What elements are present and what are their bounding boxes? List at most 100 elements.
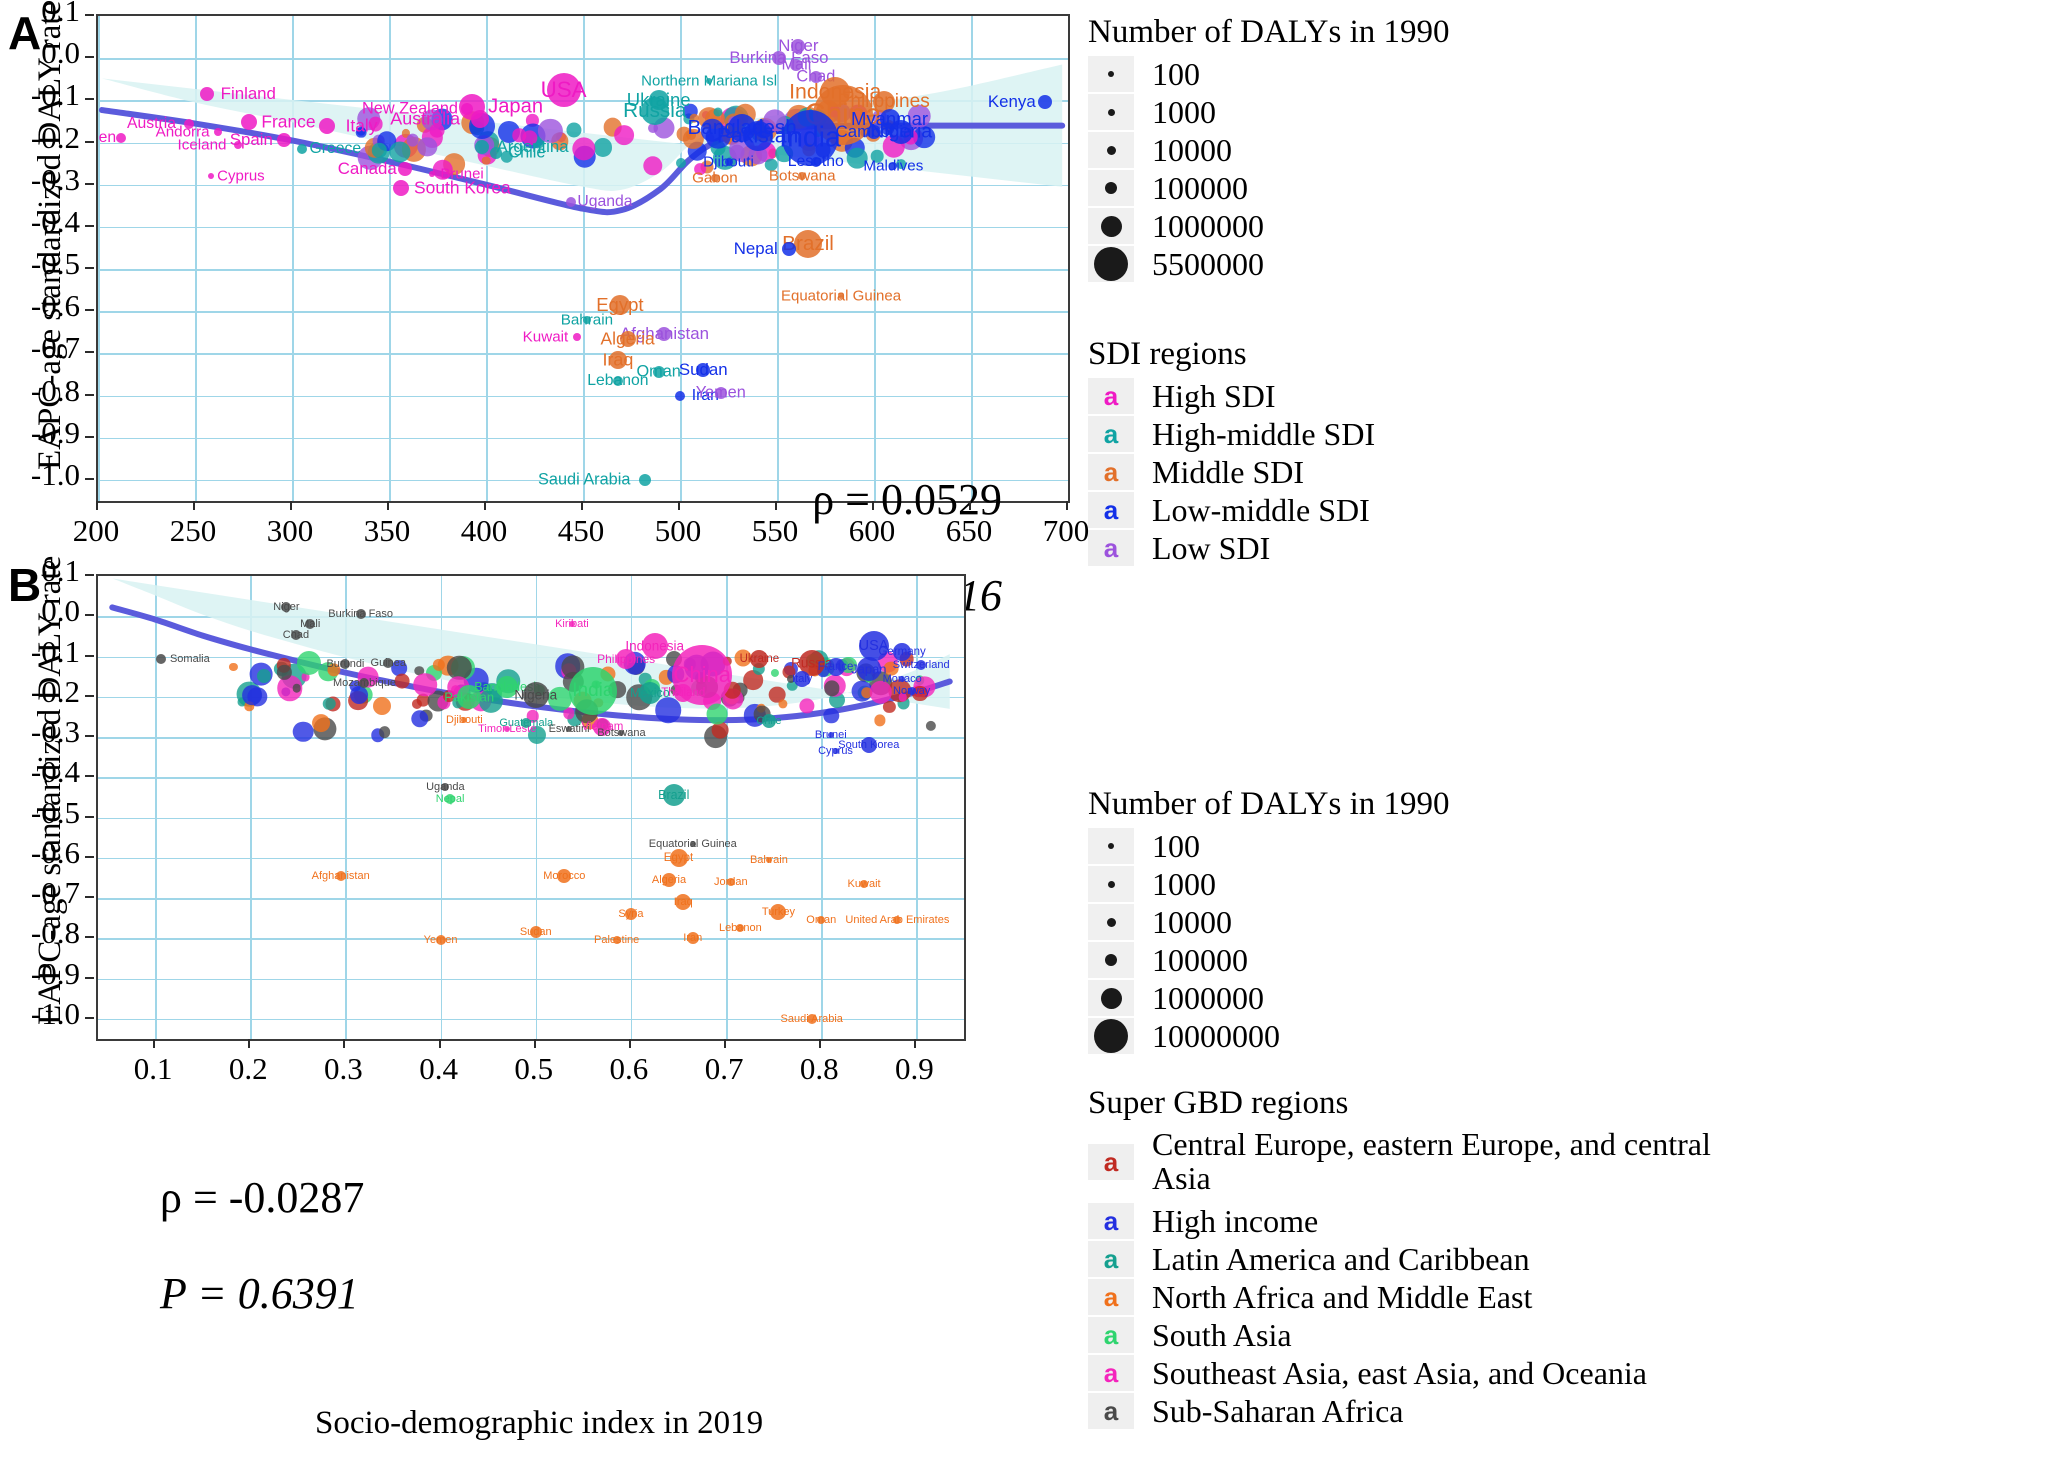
data-point — [242, 685, 263, 705]
data-point — [750, 649, 769, 668]
legend-color-label: Southeast Asia, east Asia, and Oceania — [1152, 1354, 1647, 1391]
data-point — [696, 363, 711, 378]
data-point — [781, 241, 796, 256]
y-tick-mark — [85, 98, 94, 101]
data-point — [613, 125, 634, 146]
data-point — [500, 150, 513, 164]
circle-icon — [1105, 954, 1117, 966]
legend-color-label: Low-middle SDI — [1152, 491, 1370, 528]
data-point — [609, 294, 630, 315]
panel-b-x-axis-title: Socio-demographic index in 2019 — [315, 1405, 764, 1441]
legend-size-label: 1000 — [1152, 93, 1216, 130]
data-point — [675, 390, 685, 401]
x-tick-mark — [724, 1039, 727, 1048]
circle-icon — [1108, 71, 1114, 77]
data-point — [296, 143, 307, 154]
legend-color-swatch: a — [1088, 1203, 1134, 1239]
data-point — [566, 725, 573, 732]
data-point — [641, 632, 668, 659]
data-point — [1037, 95, 1052, 110]
data-point — [794, 229, 823, 258]
data-point — [619, 330, 636, 347]
data-point — [662, 784, 685, 807]
legend-color-item: a Sub-Saharan Africa — [1088, 1392, 1752, 1430]
legend-color-swatch: a — [1088, 1317, 1134, 1353]
data-point — [657, 327, 672, 342]
legend-color-label: Middle SDI — [1152, 453, 1304, 490]
data-point — [318, 117, 335, 134]
legend-title-sdi: SDI regions — [1088, 336, 1247, 372]
y-tick-mark — [85, 694, 94, 697]
x-tick-mark — [969, 501, 971, 510]
data-point — [546, 72, 581, 107]
y-tick-label: -0.5 — [30, 794, 80, 830]
data-point — [340, 658, 351, 669]
data-point — [582, 315, 591, 324]
data-point — [832, 748, 839, 755]
x-tick-mark — [248, 1039, 251, 1048]
data-point — [612, 375, 623, 386]
y-tick-mark — [85, 976, 94, 979]
legend-color-swatch: a — [1088, 378, 1134, 414]
legend-dalys-size-panel-a: Number of DALYs in 1990 100 1000 10000 1000… — [1088, 14, 1450, 283]
x-tick-label: 0.9 — [895, 1051, 934, 1086]
data-point — [810, 156, 821, 167]
legend-color-item: a High income — [1088, 1202, 1752, 1240]
data-point — [655, 697, 681, 724]
legend-size-swatch — [1088, 170, 1134, 206]
data-point — [608, 350, 627, 369]
data-point — [694, 163, 707, 175]
data-point — [648, 90, 669, 111]
data-point — [899, 675, 906, 682]
data-point — [638, 681, 661, 704]
y-tick-mark — [85, 56, 94, 59]
letter-a-icon: a — [1103, 1244, 1119, 1274]
y-tick-label: -0.4 — [30, 754, 80, 790]
data-point — [461, 717, 468, 724]
data-point — [593, 138, 612, 157]
legend-color-item: a Central Europe, eastern Europe, and cen… — [1088, 1126, 1752, 1202]
x-tick-mark — [819, 1039, 822, 1048]
data-point — [430, 123, 445, 138]
legend-size-item: 10000 — [1088, 903, 1450, 941]
data-point — [413, 672, 437, 697]
data-point — [593, 717, 612, 736]
data-point — [896, 159, 907, 170]
panel-b-p-stat: P = 0.6391 — [160, 1269, 359, 1318]
legend-color-item: a Southeast Asia, east Asia, and Oceania — [1088, 1354, 1752, 1392]
y-tick-label: -0.2 — [30, 119, 80, 155]
y-tick-mark — [85, 614, 94, 617]
x-tick-mark — [387, 501, 389, 510]
circle-icon — [1100, 215, 1122, 237]
y-tick-label: -0.3 — [30, 714, 80, 750]
x-tick-mark — [96, 501, 98, 510]
data-point — [907, 104, 931, 128]
y-tick-mark — [85, 182, 94, 185]
legend-size-item: 1000 — [1088, 865, 1450, 903]
data-point — [241, 114, 258, 131]
data-point — [898, 693, 908, 702]
data-point — [445, 794, 456, 805]
data-point — [669, 848, 688, 867]
y-tick-mark — [85, 1016, 94, 1019]
y-tick-mark — [85, 435, 94, 438]
data-point — [277, 133, 292, 148]
legend-color-label: South Asia — [1152, 1316, 1292, 1353]
data-point — [372, 697, 391, 716]
data-point — [790, 58, 803, 71]
circle-icon — [1107, 880, 1115, 888]
legend-size-swatch — [1088, 942, 1134, 978]
data-point — [527, 725, 546, 744]
legend-dalys-size-panel-b: Number of DALYs in 1990 100 1000 10000 1000… — [1088, 786, 1450, 1055]
legend-color-label: Low SDI — [1152, 529, 1271, 566]
data-point — [199, 87, 214, 102]
data-point — [214, 127, 223, 136]
data-point — [233, 140, 242, 149]
y-tick-label: 0.1 — [41, 553, 80, 588]
data-point — [889, 161, 898, 170]
legend-size-swatch — [1088, 866, 1134, 902]
legend-color-label: High income — [1152, 1202, 1319, 1239]
legend-size-swatch — [1088, 246, 1134, 282]
legend-color-item: a Middle SDI — [1088, 453, 1375, 491]
circle-icon — [1106, 917, 1116, 927]
